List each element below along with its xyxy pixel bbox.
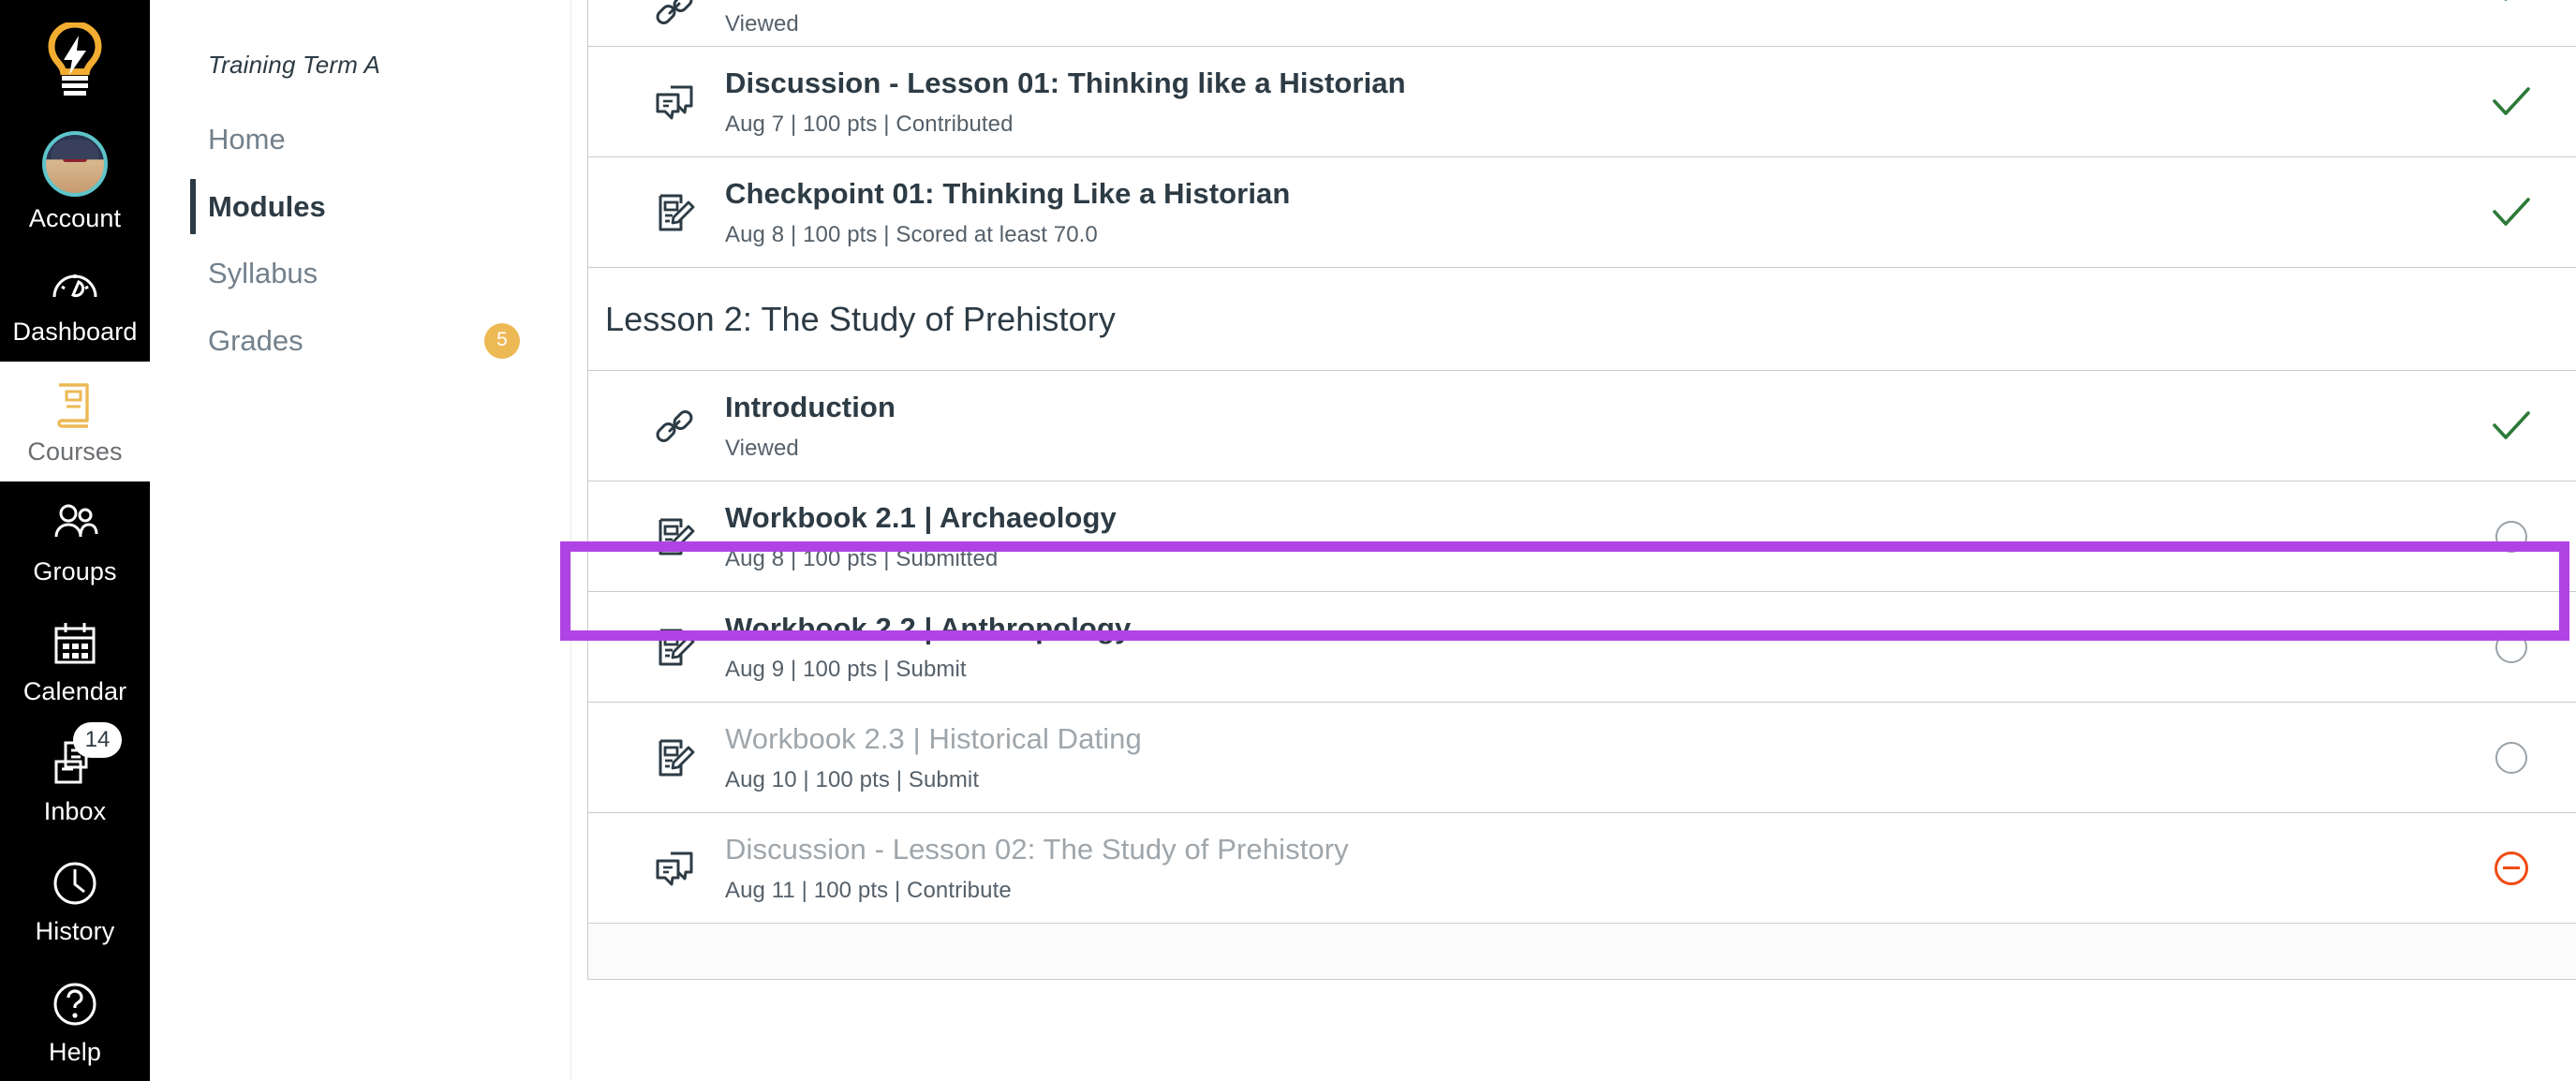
clock-icon (49, 857, 101, 910)
module-item-row-highlighted[interactable]: Workbook 2.1 | Archaeology Aug 8 | 100 p… (588, 481, 2576, 592)
module-section-title: Lesson 2: The Study of Prehistory (605, 299, 1116, 338)
course-term-label: Training Term A (208, 51, 381, 79)
module-item-row[interactable]: How to Analyze a Historical Image Viewed (588, 0, 2576, 47)
module-item-title[interactable]: Discussion - Lesson 02: The Study of Pre… (725, 832, 2479, 866)
global-nav-label: Dashboard (12, 318, 138, 347)
assignment-icon (637, 730, 712, 786)
course-nav-label: Modules (208, 189, 326, 223)
global-nav-item-help[interactable]: Help (0, 961, 150, 1081)
module-item-title[interactable]: Introduction (725, 390, 2479, 424)
global-nav-item-courses[interactable]: Courses (0, 361, 150, 481)
module-item-subtitle: Aug 8 | 100 pts | Submitted (725, 545, 999, 571)
course-nav-item-grades[interactable]: Grades 5 (150, 307, 570, 375)
module-item-text: Workbook 2.2 | Anthropology Aug 9 | 100 … (712, 611, 2479, 682)
module-item-row[interactable]: Introduction Viewed (588, 371, 2576, 481)
course-navigation: Training Term A Home Modules Syllabus Gr… (150, 0, 571, 1081)
course-nav-label: Syllabus (208, 257, 318, 290)
grades-badge: 5 (484, 322, 520, 359)
minus-circle-icon (2495, 851, 2528, 885)
global-nav-item-calendar[interactable]: Calendar (0, 601, 150, 721)
global-nav-label: Inbox (43, 797, 107, 826)
module-item-row[interactable]: Discussion - Lesson 01: Thinking like a … (588, 47, 2576, 157)
empty-circle-icon (2495, 520, 2527, 553)
module-item-title[interactable]: Workbook 2.3 | Historical Dating (725, 721, 2479, 756)
canvas-modules-page: Account Dashboard Courses Groups Calenda… (0, 0, 2576, 1081)
module-item-text: Workbook 2.1 | Archaeology Aug 8 | 100 p… (712, 500, 2479, 571)
institution-logo[interactable] (0, 0, 150, 122)
module-item-text: Checkpoint 01: Thinking Like a Historian… (712, 176, 2479, 247)
course-nav-list: Home Modules Syllabus Grades 5 (150, 106, 570, 375)
discussion-icon (637, 840, 712, 896)
global-nav-item-account[interactable]: Account (0, 122, 150, 242)
status-complete-icon (2479, 197, 2544, 229)
module-item-row[interactable]: Workbook 2.3 | Historical Dating Aug 10 … (588, 703, 2576, 813)
module-item-row[interactable] (588, 924, 2576, 980)
calendar-icon (49, 617, 101, 670)
module-item-subtitle: Aug 11 | 100 pts | Contribute (725, 877, 1012, 903)
module-item-text: Discussion - Lesson 01: Thinking like a … (712, 66, 2479, 137)
assignment-icon (637, 619, 712, 675)
course-nav-item-home[interactable]: Home (150, 106, 570, 173)
course-nav-label: Home (208, 123, 286, 155)
discussion-icon (637, 74, 712, 130)
module-item-text: How to Analyze a Historical Image Viewed (712, 0, 2479, 37)
module-item-subtitle: Aug 8 | 100 pts | Scored at least 70.0 (725, 221, 1098, 247)
global-navigation: Account Dashboard Courses Groups Calenda… (0, 0, 150, 1081)
module-item-list: How to Analyze a Historical Image Viewed (587, 0, 2576, 980)
global-nav-label: Account (28, 204, 122, 233)
global-nav-label: Help (49, 1037, 101, 1066)
empty-circle-icon (2495, 741, 2527, 774)
assignment-icon (637, 509, 712, 565)
course-nav-label: Grades (208, 324, 303, 358)
module-item-title[interactable]: Workbook 2.1 | Archaeology (725, 500, 2479, 535)
book-icon (49, 378, 101, 430)
lightbulb-logo-icon (48, 22, 102, 96)
groups-people-icon (49, 497, 101, 550)
status-incomplete-icon[interactable] (2479, 741, 2544, 774)
empty-circle-icon (2495, 630, 2527, 663)
status-incomplete-icon[interactable] (2479, 630, 2544, 663)
module-item-title[interactable]: Checkpoint 01: Thinking Like a Historian (725, 176, 2479, 211)
global-nav-item-dashboard[interactable]: Dashboard (0, 242, 150, 362)
module-item-text: Discussion - Lesson 02: The Study of Pre… (712, 832, 2479, 903)
assignment-icon (637, 185, 712, 241)
global-nav-label: Groups (33, 557, 117, 586)
status-incomplete-icon[interactable] (2479, 520, 2544, 553)
dashboard-gauge-icon (49, 258, 101, 310)
module-item-text: Introduction Viewed (712, 390, 2479, 461)
avatar (42, 131, 108, 198)
module-item-subtitle: Viewed (725, 11, 799, 37)
global-nav-label: Courses (27, 437, 123, 466)
global-nav-label: History (35, 917, 115, 946)
module-item-subtitle: Aug 10 | 100 pts | Submit (725, 766, 980, 792)
module-item-text: Workbook 2.3 | Historical Dating Aug 10 … (712, 721, 2479, 792)
course-nav-item-modules[interactable]: Modules (150, 173, 570, 241)
question-circle-icon (49, 978, 101, 1030)
global-nav-label: Calendar (22, 677, 127, 706)
status-complete-icon (2479, 86, 2544, 118)
global-nav-item-history[interactable]: History (0, 841, 150, 961)
module-item-row[interactable]: Checkpoint 01: Thinking Like a Historian… (588, 157, 2576, 268)
global-nav-item-inbox[interactable]: 14 Inbox (0, 721, 150, 841)
module-item-title[interactable]: Workbook 2.2 | Anthropology (725, 611, 2479, 645)
module-item-subtitle: Viewed (725, 435, 799, 461)
module-item-subtitle: Aug 9 | 100 pts | Submit (725, 656, 967, 682)
module-section-header: Lesson 2: The Study of Prehistory (588, 268, 2576, 371)
inbox-unread-badge: 14 (73, 722, 122, 759)
course-nav-item-syllabus[interactable]: Syllabus (150, 240, 570, 307)
status-complete-icon (2479, 0, 2544, 4)
inbox-tray-icon: 14 (49, 722, 122, 790)
module-item-row[interactable]: Workbook 2.2 | Anthropology Aug 9 | 100 … (588, 592, 2576, 703)
module-item-subtitle: Aug 7 | 100 pts | Contributed (725, 111, 1014, 137)
link-icon (637, 0, 712, 32)
module-item-title[interactable]: How to Analyze a Historical Image (725, 0, 2479, 1)
status-locked-icon (2479, 851, 2544, 885)
status-complete-icon (2479, 410, 2544, 442)
module-item-title[interactable]: Discussion - Lesson 01: Thinking like a … (725, 66, 2479, 100)
modules-main-content: How to Analyze a Historical Image Viewed (571, 0, 2576, 1081)
link-icon (637, 398, 712, 454)
global-nav-item-groups[interactable]: Groups (0, 481, 150, 601)
module-item-row[interactable]: Discussion - Lesson 02: The Study of Pre… (588, 813, 2576, 924)
